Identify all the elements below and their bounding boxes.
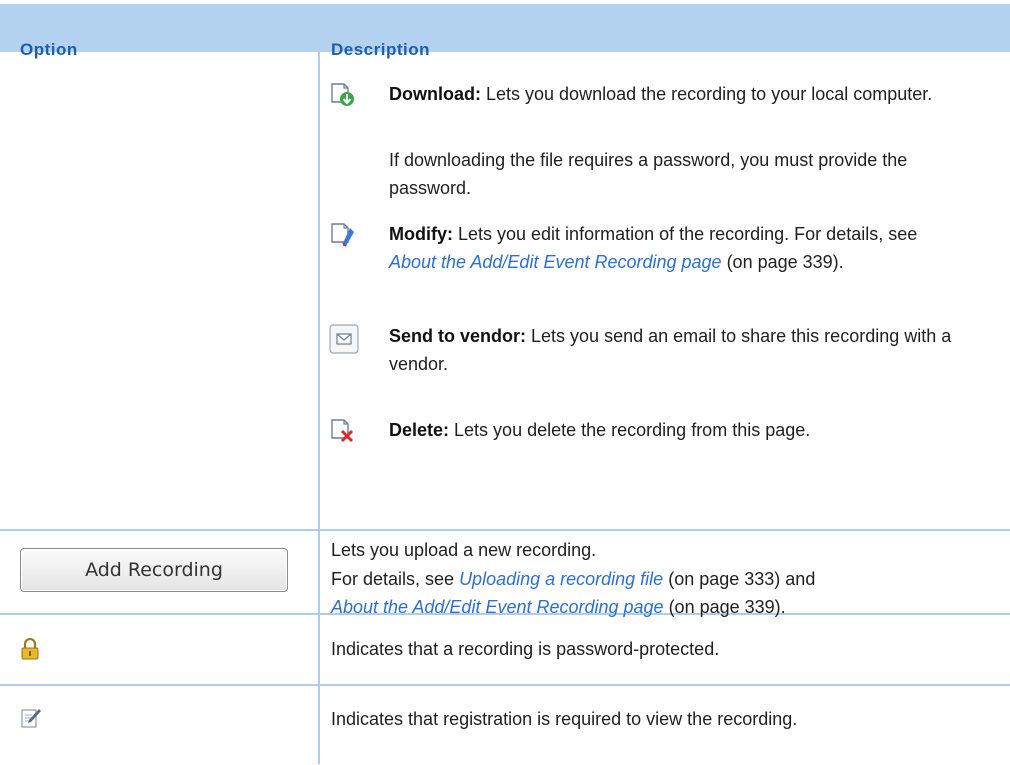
modify-link[interactable]: About the Add/Edit Event Recording page <box>389 252 722 272</box>
add-recording-button[interactable]: Add Recording <box>20 548 288 592</box>
delete-icon <box>330 418 356 449</box>
registration-icon <box>20 707 42 734</box>
download-icon <box>330 82 356 111</box>
row-divider <box>0 684 1010 686</box>
header-description: Description <box>331 40 431 59</box>
header-option: Option <box>20 40 78 59</box>
add-description: Lets you upload a new recording. <box>331 540 597 560</box>
registration-description: Indicates that registration is required … <box>331 709 798 729</box>
table-header: Option Description <box>0 4 1010 59</box>
download-description: Download: Lets you download the recordin… <box>389 84 933 104</box>
password-description: Indicates that a recording is password-p… <box>331 639 720 659</box>
add-details: For details, see Uploading a recording f… <box>331 569 816 617</box>
lock-icon <box>20 637 40 665</box>
options-table: Option Description <box>0 4 1010 59</box>
column-divider <box>318 52 320 764</box>
modify-description: Modify: Lets you edit information of the… <box>389 224 918 272</box>
send-description: Send to vendor: Lets you send an email t… <box>389 326 952 374</box>
download-note: If downloading the file requires a passw… <box>389 150 908 198</box>
delete-description: Delete: Lets you delete the recording fr… <box>389 420 811 440</box>
add-edit-link[interactable]: About the Add/Edit Event Recording page <box>331 597 664 617</box>
uploading-link[interactable]: Uploading a recording file <box>459 569 663 589</box>
modify-icon <box>330 222 356 253</box>
envelope-icon <box>329 324 359 359</box>
row-divider <box>0 529 1010 531</box>
